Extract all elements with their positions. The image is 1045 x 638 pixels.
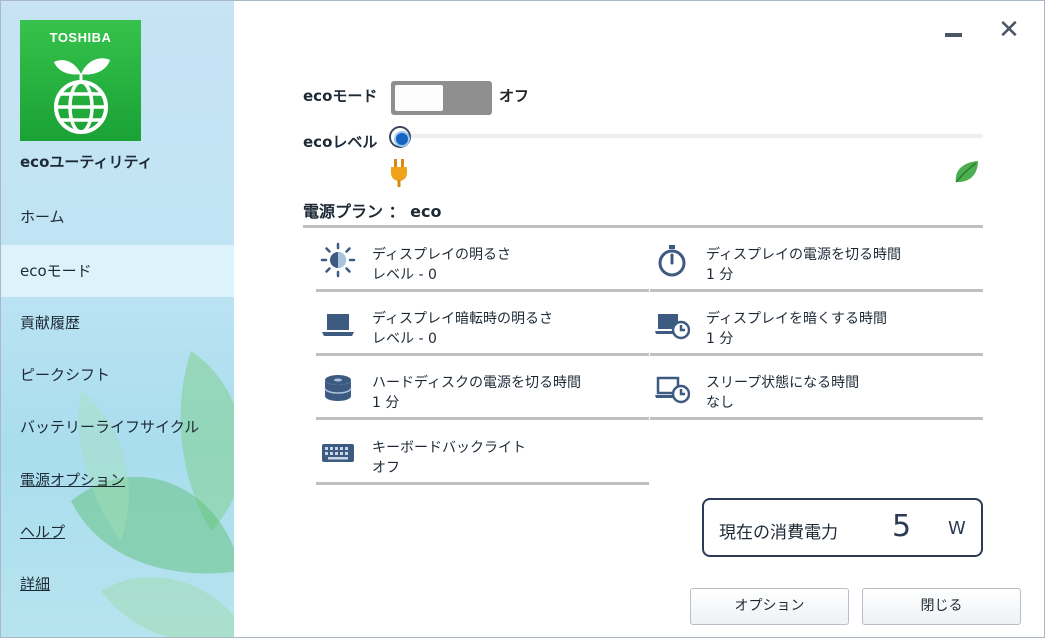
sidebar-item-battery-life-cycle[interactable]: バッテリーライフサイクル [1,401,234,453]
sidebar-link-help[interactable]: ヘルプ [1,506,234,558]
minimize-button[interactable] [942,19,966,43]
timer-icon [658,245,686,277]
setting-dim-display-time: ディスプレイを暗くする時間 1 分 [650,292,983,356]
setting-value: 1 分 [372,395,400,411]
sidebar-item-label: 詳細 [20,575,51,593]
sidebar-item-label: ヘルプ [20,523,66,541]
sidebar-item-contribution-history[interactable]: 貢献履歴 [1,297,234,349]
divider [650,417,983,420]
divider [316,482,649,485]
options-button[interactable]: オプション [690,588,849,625]
setting-value: なし [706,395,734,411]
logo-text: TOSHIBA [49,30,112,45]
power-plan-title: 電源プラン ： eco [303,202,442,221]
setting-value: 1 分 [706,331,734,347]
setting-sleep-time: スリープ状態になる時間 なし [650,356,983,420]
sidebar-item-label: 電源オプション [20,471,126,489]
toggle-knob[interactable] [395,85,443,111]
sidebar-item-eco-mode[interactable]: ecoモード [1,245,234,297]
sidebar-item-label: ホーム [20,208,65,226]
setting-harddisk-off-time: ハードディスクの電源を切る時間 1 分 [316,356,649,420]
sidebar-item-label: ecoモード [20,262,92,280]
eco-mode-state: オフ [499,87,530,105]
eco-level-label: ecoレベル [303,133,378,151]
power-consumption-panel: 現在の消費電力 5 W [702,498,983,557]
leaf-icon [955,161,978,183]
setting-display-brightness: ディスプレイの明るさ レベル - 0 [316,228,649,292]
power-consumption-value: 5 [892,509,912,544]
sidebar-item-peak-shift[interactable]: ピークシフト [1,349,234,401]
setting-value: 1 分 [706,267,734,283]
setting-value: オフ [372,460,400,476]
setting-value: レベル - 0 [372,331,437,347]
sidebar-link-details[interactable]: 詳細 [1,558,234,610]
eco-level-slider-thumb[interactable] [389,126,411,148]
laptop-dim-icon [322,314,354,336]
close-window-button[interactable]: ✕ [995,16,1023,44]
keyboard-icon [322,444,354,462]
setting-title: ディスプレイの明るさ [372,247,512,263]
setting-title: ディスプレイを暗くする時間 [706,311,888,327]
divider [316,417,649,420]
eco-level-slider[interactable] [399,134,983,138]
setting-title: ディスプレイの電源を切る時間 [706,247,902,263]
sidebar-item-label: ピークシフト [20,366,111,384]
sidebar: TOSHIBA ecoユーティリティ ホーム ecoモード 貢献履歴 ピークシフ… [1,1,234,637]
sidebar-link-power-options[interactable]: 電源オプション [1,454,234,506]
setting-title: ハードディスクの電源を切る時間 [372,375,582,391]
close-button[interactable]: 閉じる [862,588,1021,625]
power-consumption-unit: W [948,518,966,539]
setting-dimmed-brightness: ディスプレイ暗転時の明るさ レベル - 0 [316,292,649,356]
sidebar-item-label: バッテリーライフサイクル [20,418,200,436]
setting-title: スリープ状態になる時間 [706,375,860,391]
setting-keyboard-backlight: キーボードバックライト オフ [316,421,649,485]
eco-mode-label: ecoモード [303,87,378,105]
eco-globe-icon [54,58,110,134]
harddisk-icon [324,375,352,401]
setting-title: キーボードバックライト [372,440,526,456]
eco-utility-window: TOSHIBA ecoユーティリティ ホーム ecoモード 貢献履歴 ピークシフ… [0,0,1045,638]
eco-mode-toggle[interactable] [391,81,492,115]
setting-title: ディスプレイ暗転時の明るさ [372,311,554,327]
setting-value: レベル - 0 [372,267,437,283]
app-name: ecoユーティリティ [20,153,153,171]
plug-icon [391,159,407,187]
sidebar-item-label: 貢献履歴 [20,314,81,332]
toshiba-eco-logo: TOSHIBA [20,20,141,141]
setting-display-off-time: ディスプレイの電源を切る時間 1 分 [650,228,983,292]
power-consumption-label: 現在の消費電力 [719,523,838,543]
laptop-clock-icon [655,314,690,340]
sidebar-item-home[interactable]: ホーム [1,191,234,243]
sleep-clock-icon [655,376,690,404]
brightness-icon [320,242,356,278]
